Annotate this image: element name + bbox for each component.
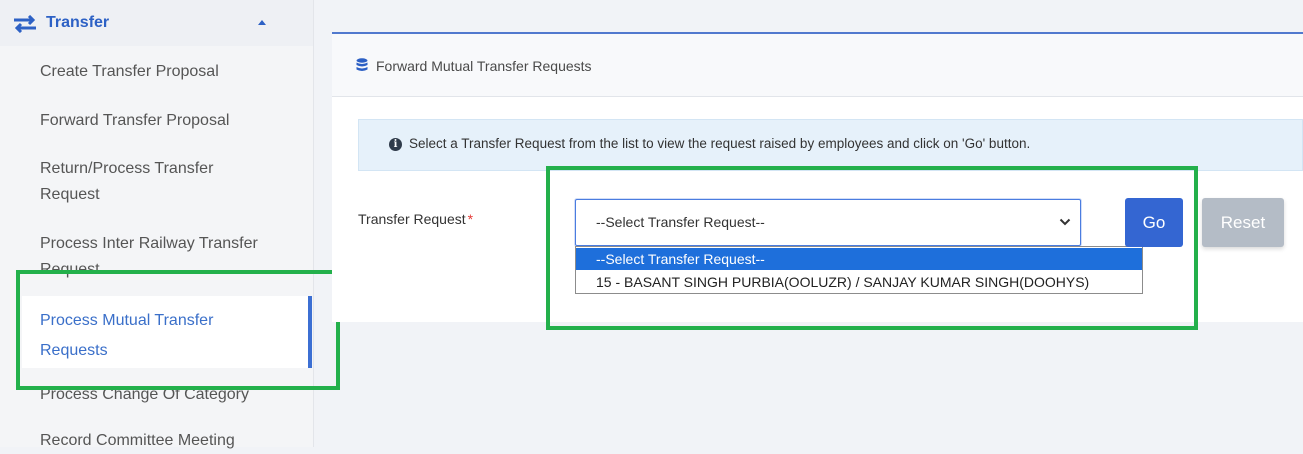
dropdown-highlight-box xyxy=(546,166,1198,330)
database-icon xyxy=(356,58,368,71)
sidebar-item-return-process-transfer-request[interactable]: Return/Process Transfer Request xyxy=(40,156,270,208)
sidebar-highlight-box xyxy=(16,270,340,390)
sidebar-section-title: Transfer xyxy=(46,14,110,31)
card-title: Forward Mutual Transfer Requests xyxy=(376,58,592,74)
sidebar-item-forward-transfer-proposal[interactable]: Forward Transfer Proposal xyxy=(40,108,290,134)
transfer-request-label: Transfer Request * xyxy=(358,211,473,227)
reset-button[interactable]: Reset xyxy=(1202,198,1284,247)
caret-up-icon[interactable] xyxy=(258,20,266,25)
transfer-arrows-icon xyxy=(14,15,36,33)
sidebar-item-create-transfer-proposal[interactable]: Create Transfer Proposal xyxy=(40,59,290,85)
required-marker: * xyxy=(467,211,474,227)
sidebar-section-transfer[interactable]: Transfer xyxy=(0,0,313,46)
alert-text: Select a Transfer Request from the list … xyxy=(409,136,1031,151)
field-label-text: Transfer Request xyxy=(358,211,466,227)
info-icon: i xyxy=(389,138,402,151)
info-alert: i Select a Transfer Request from the lis… xyxy=(358,119,1303,171)
sidebar-item-record-committee-meeting[interactable]: Record Committee Meeting xyxy=(40,428,290,454)
card-header: Forward Mutual Transfer Requests xyxy=(332,34,1303,97)
